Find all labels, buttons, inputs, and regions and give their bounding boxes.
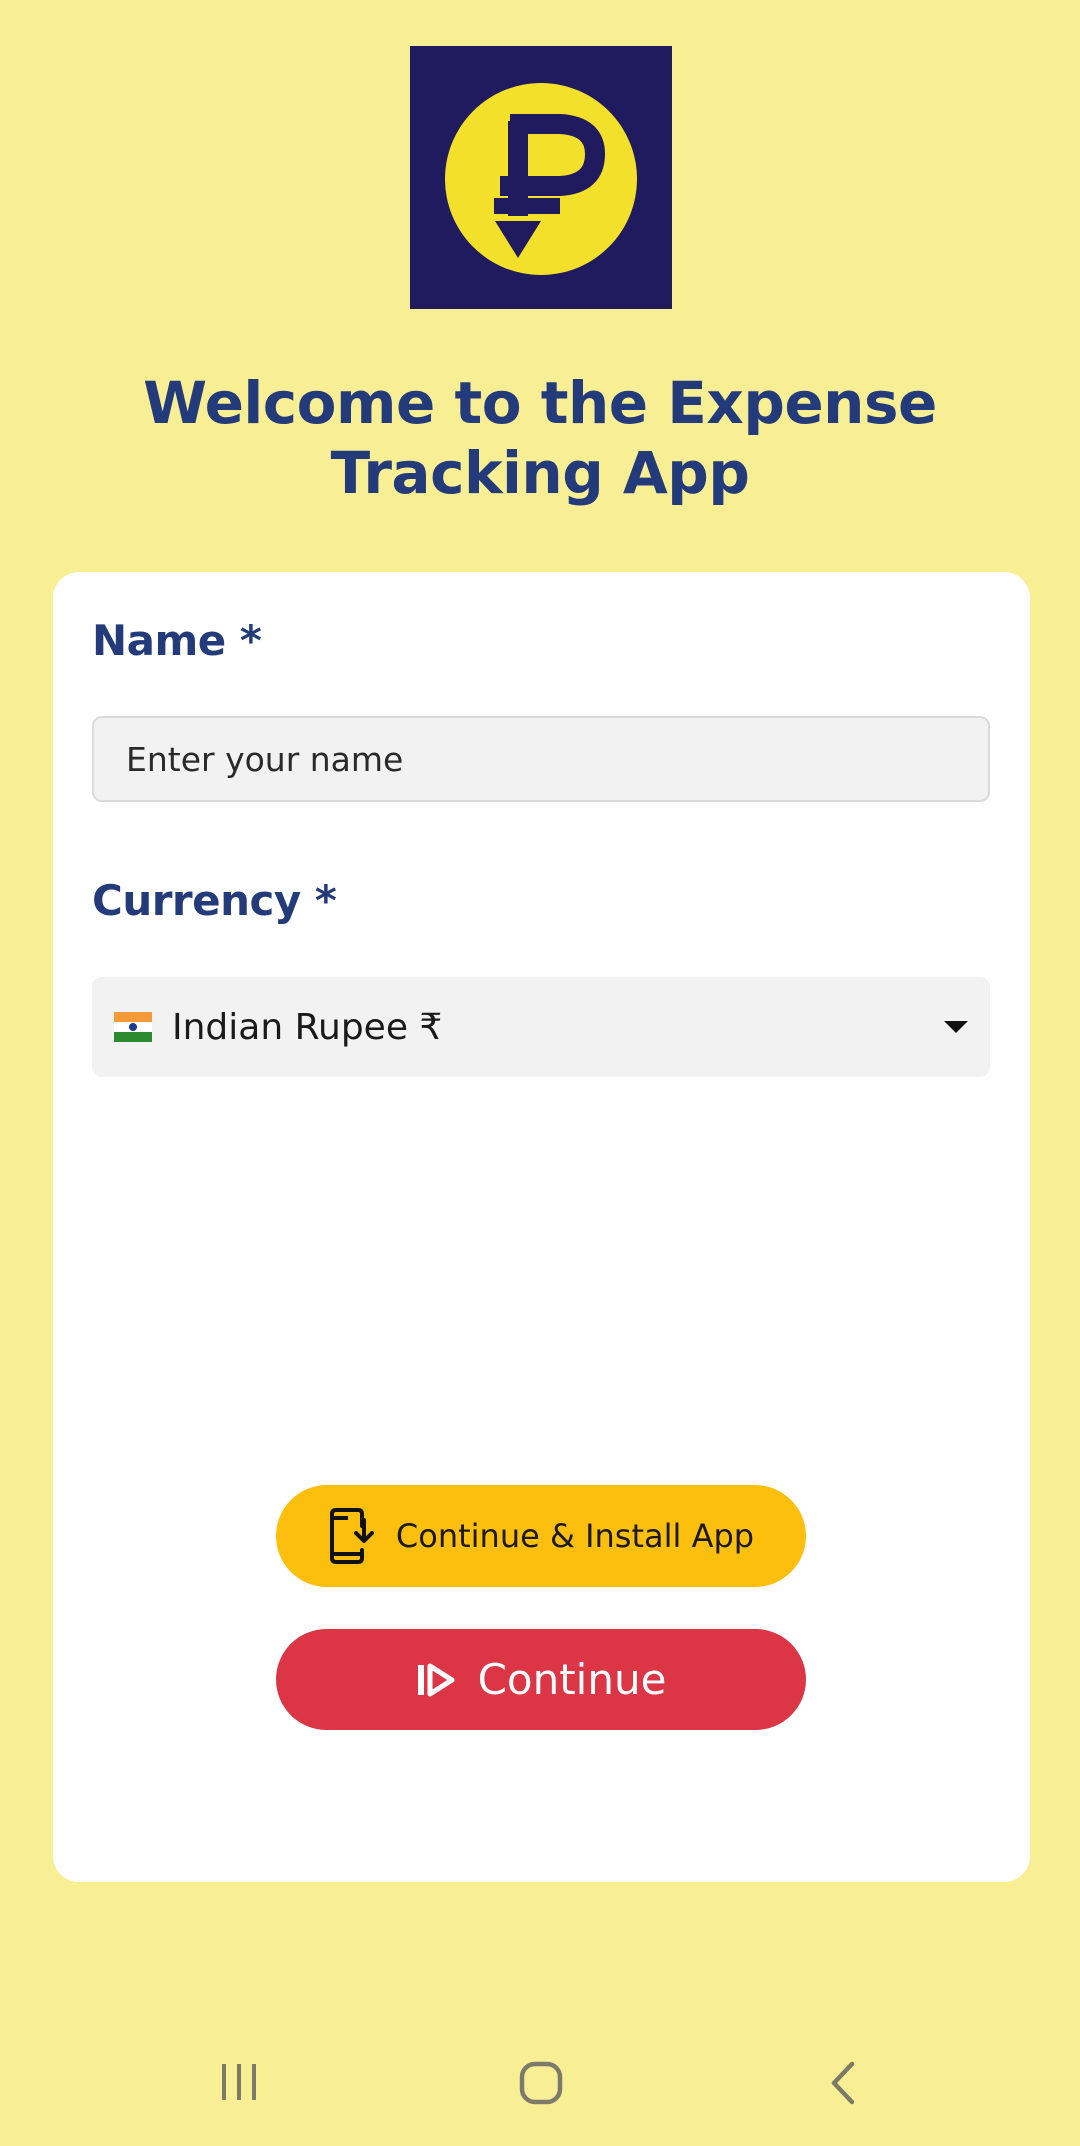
system-nav-bar xyxy=(0,2040,1080,2130)
back-icon[interactable] xyxy=(826,2060,862,2110)
name-input[interactable] xyxy=(92,716,990,802)
continue-install-label: Continue & Install App xyxy=(395,1517,755,1555)
continue-label: Continue xyxy=(477,1655,667,1704)
step-forward-icon xyxy=(416,1662,456,1698)
name-label: Name * xyxy=(92,616,262,665)
app-screen: Welcome to the Expense Tracking App Name… xyxy=(0,0,1080,2146)
home-icon[interactable] xyxy=(518,2060,564,2110)
continue-button[interactable]: Continue xyxy=(276,1629,806,1730)
currency-selected-value: Indian Rupee ₹ xyxy=(172,1006,443,1048)
currency-select[interactable]: Indian Rupee ₹ xyxy=(92,977,990,1077)
phone-download-icon xyxy=(328,1506,374,1566)
continue-install-button[interactable]: Continue & Install App xyxy=(276,1485,806,1587)
india-flag-icon xyxy=(114,1012,152,1042)
app-logo xyxy=(410,46,672,309)
page-title: Welcome to the Expense Tracking App xyxy=(143,369,937,507)
ruble-download-logo-icon xyxy=(445,83,637,275)
recent-apps-icon[interactable] xyxy=(218,2060,262,2108)
signup-card: Name * Currency * Indian Rupee ₹ C xyxy=(53,572,1030,1882)
chevron-down-icon xyxy=(944,1021,968,1033)
currency-label: Currency * xyxy=(92,876,337,925)
